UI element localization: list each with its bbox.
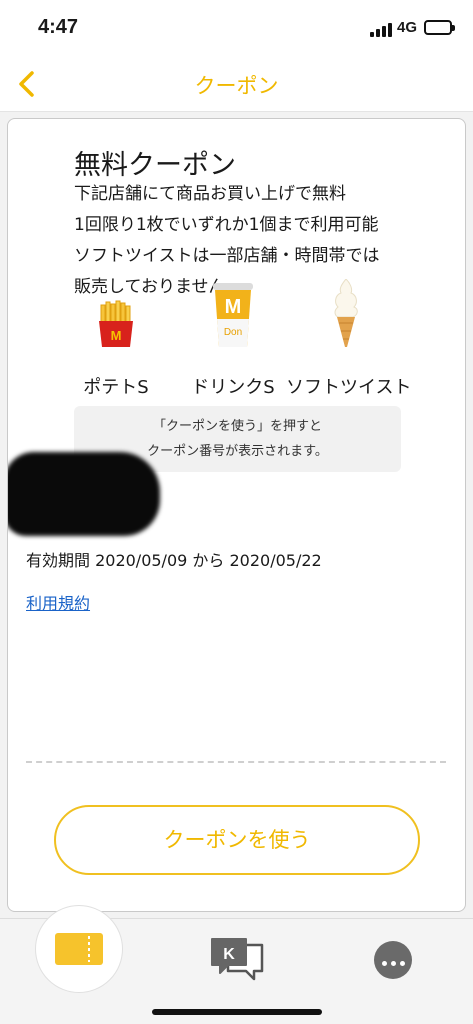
product-label: ドリンクS (191, 377, 275, 398)
tab-coupon[interactable] (35, 905, 123, 993)
ticket-icon (55, 933, 103, 965)
coupon-card: 無料クーポン 下記店舗にて商品お買い上げで無料 1回限り1枚でいずれか1個まで利… (7, 118, 466, 912)
product-item: M Don ドリンクS (173, 283, 293, 399)
fries-icon: M (99, 300, 133, 347)
chat-icon: K (211, 938, 264, 981)
use-coupon-button[interactable]: クーポンを使う (54, 805, 420, 875)
product-label: ポテトS (83, 377, 149, 398)
tab-chat[interactable]: K (210, 935, 266, 983)
signal-icon (370, 23, 392, 37)
status-time: 4:47 (38, 16, 79, 38)
product-list: M ポテトS M Don ドリンクS ソフトツイスト (66, 279, 412, 399)
soft-serve-icon (334, 279, 358, 347)
tab-more[interactable] (374, 941, 412, 979)
more-icon (380, 951, 407, 970)
tab-bar: K (0, 905, 473, 1024)
svg-text:K: K (223, 946, 235, 963)
coupon-title: 無料クーポン (74, 150, 236, 181)
svg-text:M: M (225, 296, 242, 318)
notice-line: 「クーポンを使う」を押すと (152, 419, 322, 434)
network-label: 4G (397, 19, 418, 36)
product-label: ソフトツイスト (286, 377, 412, 398)
drink-cup-icon: M Don (213, 283, 253, 347)
nav-bar: クーポン (0, 58, 473, 112)
description-line: ソフトツイストは一部店舗・時間帯では (74, 246, 380, 266)
status-bar: 4:47 4G (0, 0, 473, 58)
validity-period: 有効期間 2020/05/09 から 2020/05/22 (26, 551, 322, 570)
svg-text:M: M (111, 328, 122, 343)
product-item: M ポテトS (56, 299, 176, 399)
svg-text:Don: Don (224, 327, 242, 338)
product-item: ソフトツイスト (286, 279, 412, 399)
battery-icon (424, 20, 455, 35)
page-title: クーポン (194, 74, 279, 98)
dashed-divider (26, 761, 446, 763)
home-indicator (152, 1009, 322, 1015)
terms-link[interactable]: 利用規約 (26, 590, 90, 614)
redacted-area (8, 452, 160, 536)
description-line: 1回限り1枚でいずれか1個まで利用可能 (74, 215, 379, 235)
description-line: 下記店舗にて商品お買い上げで無料 (74, 184, 346, 204)
